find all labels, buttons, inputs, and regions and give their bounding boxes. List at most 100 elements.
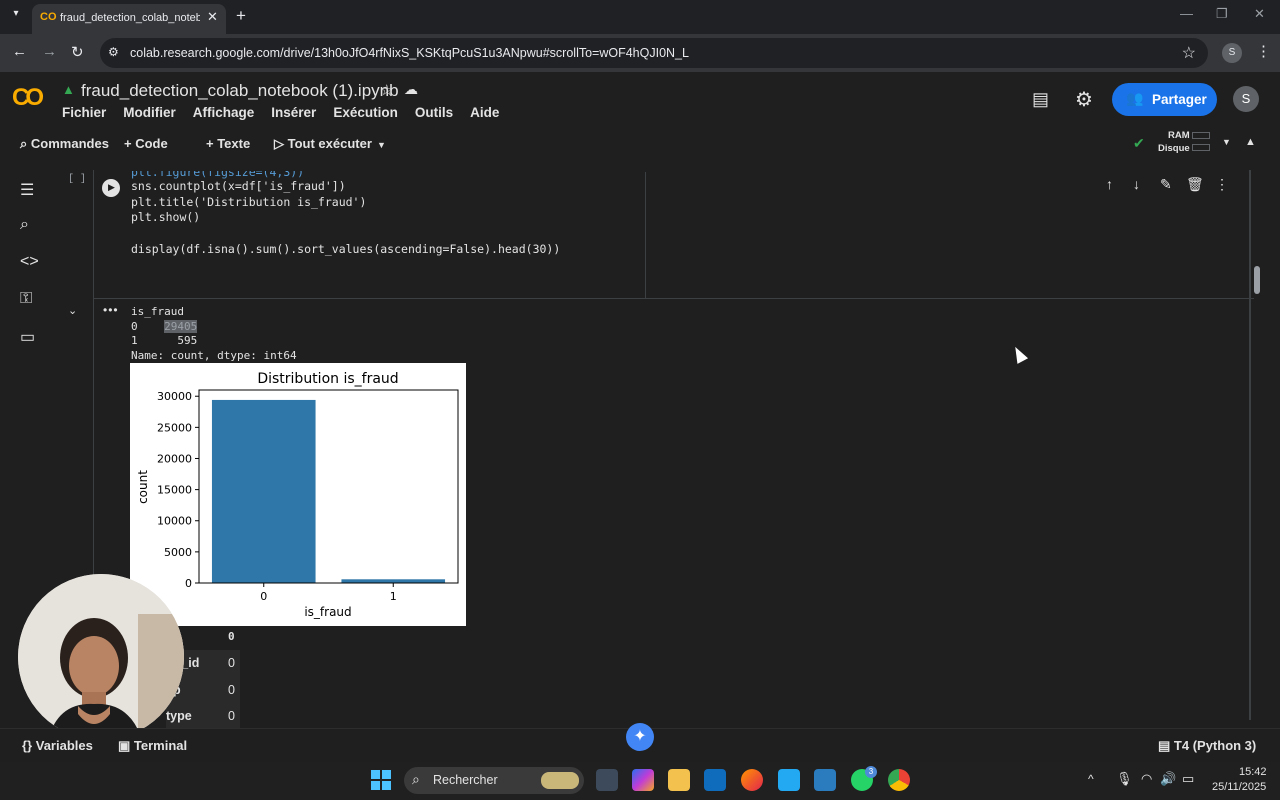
variables-button[interactable]: {} Variables: [22, 738, 93, 753]
disk-usage-bar[interactable]: [1192, 144, 1210, 151]
add-code-button[interactable]: + Code: [124, 136, 168, 151]
chart-ylabel: count: [136, 470, 150, 504]
collapse-header-icon[interactable]: ▲: [1245, 136, 1256, 148]
address-bar[interactable]: ⚙ colab.research.google.com/drive/13h0oJ…: [100, 38, 1208, 68]
run-all-dropdown-icon[interactable]: ▼: [377, 140, 386, 150]
chart-svg: Distribution is_fraud is_fraud count 0 10…: [136, 371, 459, 619]
notebook-main: [ ] ▶ plt.figure(figsize=(4,3)) sns.coun…: [58, 162, 1268, 728]
terminal-button[interactable]: ▣ Terminal: [118, 738, 187, 754]
files-folder-icon[interactable]: ▭: [20, 327, 35, 347]
y-tick-label: 15000: [157, 484, 192, 497]
terminal-label: Terminal: [133, 738, 188, 753]
menu-runtime[interactable]: Exécution: [333, 105, 398, 120]
resources-dropdown-icon[interactable]: ▼: [1222, 137, 1231, 147]
back-icon[interactable]: ←: [12, 43, 27, 60]
outlook-icon[interactable]: [704, 769, 726, 791]
clock-time[interactable]: 15:42: [1239, 766, 1267, 778]
commands-button[interactable]: ⌕ Commandes: [20, 136, 109, 152]
move-down-icon[interactable]: ↓: [1133, 176, 1140, 192]
webcam-person-image: [18, 574, 184, 740]
runtime-indicator[interactable]: ▤ T4 (Python 3): [1158, 738, 1256, 754]
browser-menu-icon[interactable]: ⋮: [1256, 42, 1271, 60]
firefox-icon[interactable]: [741, 769, 763, 791]
bar-1: [341, 579, 446, 583]
new-tab-icon[interactable]: +: [236, 6, 246, 26]
battery-icon[interactable]: ▭: [1182, 771, 1194, 787]
code-line-text: plt.figure(figsize=(4,3)): [131, 165, 305, 179]
vscode-icon[interactable]: [778, 769, 800, 791]
star-icon[interactable]: ☆: [380, 81, 393, 99]
move-up-icon[interactable]: ↑: [1106, 176, 1113, 192]
taskbar-search[interactable]: ⌕ Rechercher: [404, 767, 584, 794]
bookmark-star-icon[interactable]: ☆: [1182, 43, 1196, 63]
colab-logo[interactable]: CO: [12, 84, 44, 112]
reload-icon[interactable]: ↻: [71, 43, 84, 61]
menu-edit[interactable]: Modifier: [123, 105, 176, 120]
tab-search-icon[interactable]: ▾: [6, 8, 26, 26]
comment-icon[interactable]: ▤: [1032, 89, 1049, 110]
execution-count: [ ]: [68, 174, 87, 185]
y-tick-label: 10000: [157, 515, 192, 528]
calculator-app-icon[interactable]: [814, 769, 836, 791]
x-tick-label: 1: [390, 590, 397, 603]
output-actions-icon[interactable]: •••: [103, 303, 119, 317]
close-tab-icon[interactable]: ✕: [207, 9, 218, 25]
site-info-icon[interactable]: ⚙: [108, 45, 119, 59]
notebook-scrollbar-thumb[interactable]: [1254, 266, 1260, 294]
chrome-icon[interactable]: [888, 769, 910, 791]
output-index: 1: [131, 334, 138, 347]
browser-tab-active[interactable]: CO fraud_detection_colab_noteboo ✕: [32, 4, 226, 34]
more-icon[interactable]: ⋮: [1215, 176, 1229, 193]
collapse-output-icon[interactable]: ⌄: [68, 304, 77, 317]
find-icon[interactable]: ⌕: [20, 216, 29, 234]
disk-label: Disque: [1158, 143, 1190, 154]
tray-overflow-icon[interactable]: ^: [1088, 772, 1094, 786]
file-explorer-icon[interactable]: [668, 769, 690, 791]
code-line: sns.countplot(x=df['is_fraud']): [131, 179, 346, 193]
add-text-button[interactable]: + Texte: [206, 136, 250, 151]
url-text[interactable]: colab.research.google.com/drive/13h0oJfO…: [130, 46, 689, 60]
menu-view[interactable]: Affichage: [193, 105, 255, 120]
secrets-key-icon[interactable]: ⚿: [20, 290, 32, 308]
share-button[interactable]: 👥 Partager: [1112, 83, 1217, 116]
forward-icon[interactable]: →: [42, 43, 57, 60]
account-avatar[interactable]: S: [1233, 86, 1259, 112]
run-cell-button[interactable]: ▶: [102, 179, 120, 197]
windows-start-icon[interactable]: [371, 770, 391, 790]
share-label: Partager: [1152, 92, 1207, 107]
output-line: Name: count, dtype: int64: [131, 348, 297, 362]
toc-icon[interactable]: ☰: [20, 180, 34, 200]
menu-help[interactable]: Aide: [470, 105, 499, 120]
menu-insert[interactable]: Insérer: [271, 105, 316, 120]
ram-usage-bar[interactable]: [1192, 132, 1210, 139]
search-icon: ⌕: [412, 771, 420, 787]
wifi-icon[interactable]: ◠: [1141, 771, 1152, 787]
microphone-icon[interactable]: 🎙: [1116, 771, 1133, 787]
colab-favicon-icon: CO: [40, 11, 57, 23]
run-all-button[interactable]: ▷ Tout exécuter: [274, 136, 372, 152]
delete-icon[interactable]: 🗑: [1186, 176, 1204, 193]
google-drive-icon: ▲: [62, 82, 75, 97]
colab-status-bar: {} Variables ▣ Terminal ✦ ▤ T4 (Python 3…: [0, 723, 1280, 762]
clock-date[interactable]: 25/11/2025: [1212, 781, 1266, 793]
window-close-icon[interactable]: ✕: [1254, 6, 1265, 22]
menu-tools[interactable]: Outils: [415, 105, 453, 120]
dataframe-row-value: 0: [228, 683, 235, 697]
menu-file[interactable]: Fichier: [62, 105, 106, 120]
restore-icon[interactable]: ❐: [1216, 6, 1228, 22]
browser-profile-avatar[interactable]: S: [1222, 43, 1242, 63]
notebook-scroll-track[interactable]: [1249, 170, 1251, 720]
cloud-saved-icon: ☁: [404, 81, 418, 97]
y-tick-label: 25000: [157, 421, 192, 434]
minimize-icon[interactable]: —: [1180, 6, 1193, 21]
notebook-title[interactable]: fraud_detection_colab_notebook (1).ipynb: [81, 81, 399, 101]
edit-icon[interactable]: ✎: [1160, 176, 1172, 193]
settings-gear-icon[interactable]: ⚙: [1075, 87, 1093, 112]
whatsapp-badge: 3: [865, 766, 877, 778]
output-text[interactable]: is_fraud 0 29405 1 595 Name: count, dtyp…: [131, 305, 297, 363]
task-view-icon[interactable]: [596, 769, 618, 791]
code-snippets-icon[interactable]: <>: [20, 253, 39, 271]
copilot-icon[interactable]: [632, 769, 654, 791]
volume-icon[interactable]: 🔊: [1160, 771, 1176, 787]
gemini-sparkle-icon[interactable]: ✦: [626, 723, 654, 751]
